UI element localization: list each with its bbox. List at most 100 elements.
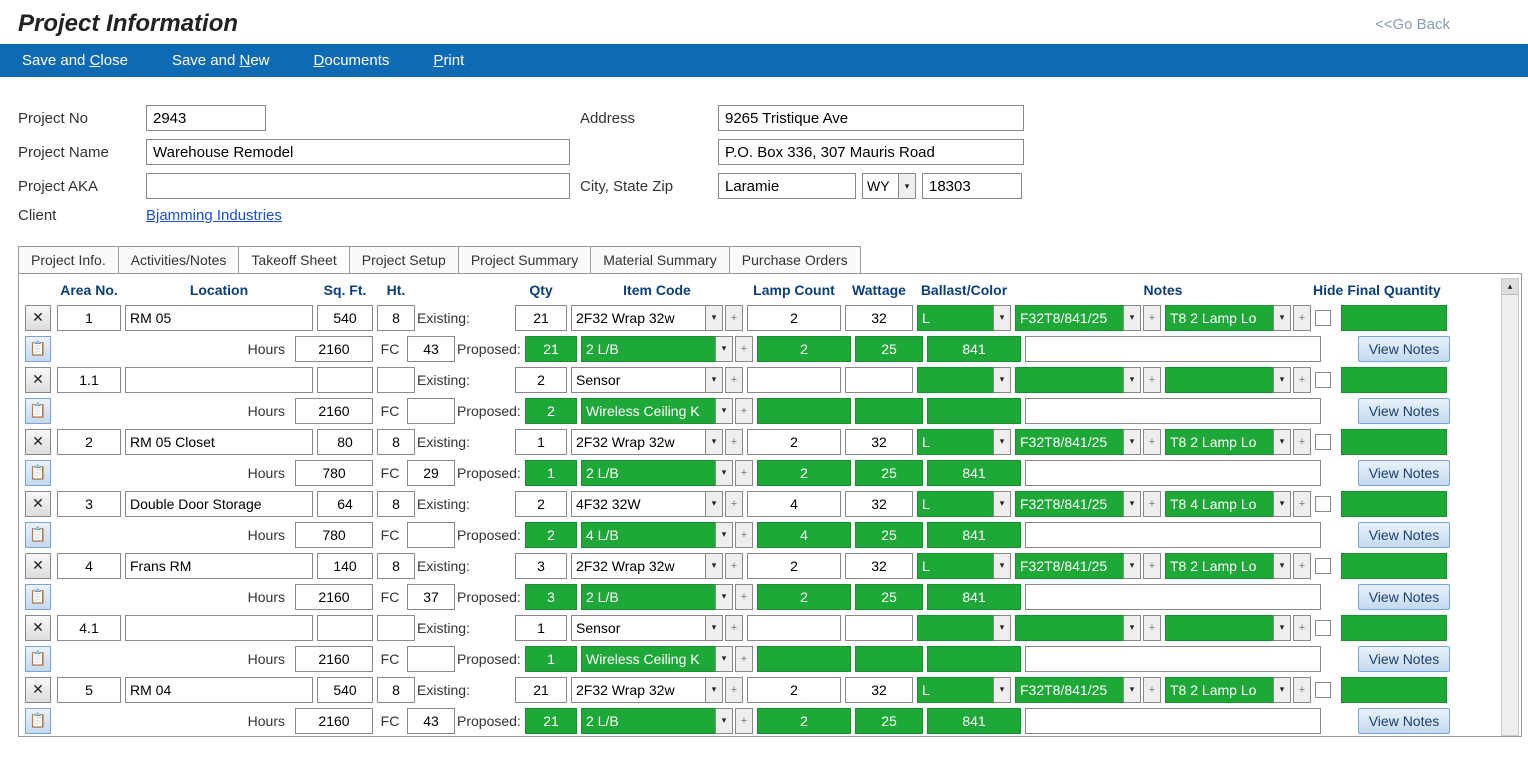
add-icon[interactable]: + [1293, 491, 1311, 517]
qty-input[interactable] [515, 305, 567, 331]
view-notes-button[interactable]: View Notes [1358, 708, 1451, 734]
chevron-down-icon[interactable]: ▾ [715, 646, 733, 672]
copy-icon[interactable]: 📋 [25, 708, 51, 734]
watt-proposed[interactable] [855, 460, 923, 486]
delete-icon[interactable]: ✕ [25, 367, 51, 393]
item-select[interactable] [571, 305, 705, 331]
item-proposed[interactable] [581, 336, 715, 362]
lamp-input[interactable] [747, 677, 841, 703]
location-input[interactable] [125, 491, 313, 517]
item-proposed[interactable] [581, 460, 715, 486]
watt-input[interactable] [845, 615, 913, 641]
ballast-select[interactable] [917, 491, 993, 517]
project-aka-input[interactable] [146, 173, 570, 199]
go-back-link[interactable]: <<Go Back [1375, 16, 1450, 33]
address2-input[interactable] [718, 139, 1024, 165]
view-notes-button[interactable]: View Notes [1358, 584, 1451, 610]
chevron-down-icon[interactable]: ▾ [1273, 367, 1291, 393]
ht-input[interactable] [377, 677, 415, 703]
watt-input[interactable] [845, 305, 913, 331]
qty-input[interactable] [515, 553, 567, 579]
chevron-down-icon[interactable]: ▾ [993, 429, 1011, 455]
notes1-select[interactable] [1015, 677, 1123, 703]
add-icon[interactable]: + [725, 429, 743, 455]
qty-input[interactable] [515, 615, 567, 641]
location-input[interactable] [125, 615, 313, 641]
delete-icon[interactable]: ✕ [25, 305, 51, 331]
add-icon[interactable]: + [1293, 429, 1311, 455]
sqft-input[interactable] [317, 615, 373, 641]
lamp-input[interactable] [747, 491, 841, 517]
sqft-input[interactable] [317, 429, 373, 455]
notes2-select[interactable] [1165, 305, 1273, 331]
add-icon[interactable]: + [735, 460, 753, 486]
copy-icon[interactable]: 📋 [25, 460, 51, 486]
chevron-down-icon[interactable]: ▾ [715, 398, 733, 424]
area-input[interactable] [57, 491, 121, 517]
chevron-down-icon[interactable]: ▾ [1273, 553, 1291, 579]
item-select[interactable] [571, 367, 705, 393]
notes2-select[interactable] [1165, 491, 1273, 517]
add-icon[interactable]: + [1293, 553, 1311, 579]
view-notes-button[interactable]: View Notes [1358, 460, 1451, 486]
chevron-down-icon[interactable]: ▾ [715, 584, 733, 610]
view-notes-button[interactable]: View Notes [1358, 336, 1451, 362]
sqft-input[interactable] [317, 305, 373, 331]
add-icon[interactable]: + [725, 677, 743, 703]
chevron-down-icon[interactable]: ▾ [993, 491, 1011, 517]
fc-input[interactable] [407, 584, 455, 610]
lamp-proposed[interactable] [757, 522, 851, 548]
client-link[interactable]: Bjamming Industries [146, 207, 282, 224]
lamp-proposed[interactable] [757, 336, 851, 362]
qty-proposed[interactable] [525, 398, 577, 424]
chevron-down-icon[interactable]: ▾ [993, 553, 1011, 579]
delete-icon[interactable]: ✕ [25, 429, 51, 455]
delete-icon[interactable]: ✕ [25, 615, 51, 641]
watt-proposed[interactable] [855, 646, 923, 672]
notes-proposed[interactable] [1025, 336, 1321, 362]
add-icon[interactable]: + [1143, 677, 1161, 703]
chevron-down-icon[interactable]: ▾ [715, 522, 733, 548]
hide-checkbox[interactable] [1315, 496, 1331, 512]
hide-checkbox[interactable] [1315, 558, 1331, 574]
area-input[interactable] [57, 367, 121, 393]
notes1-select[interactable] [1015, 367, 1123, 393]
ballast-proposed[interactable] [927, 460, 1021, 486]
add-icon[interactable]: + [735, 708, 753, 734]
qty-proposed[interactable] [525, 584, 577, 610]
save-close-button[interactable]: Save and Close [0, 52, 150, 69]
item-select[interactable] [571, 429, 705, 455]
qty-input[interactable] [515, 677, 567, 703]
fc-input[interactable] [407, 336, 455, 362]
item-select[interactable] [571, 677, 705, 703]
chevron-down-icon[interactable]: ▾ [715, 708, 733, 734]
location-input[interactable] [125, 677, 313, 703]
chevron-down-icon[interactable]: ▾ [705, 553, 723, 579]
watt-proposed[interactable] [855, 584, 923, 610]
qty-input[interactable] [515, 491, 567, 517]
tab-activities-notes[interactable]: Activities/Notes [118, 246, 240, 273]
chevron-down-icon[interactable]: ▾ [1123, 491, 1141, 517]
add-icon[interactable]: + [1143, 553, 1161, 579]
notes2-select[interactable] [1165, 677, 1273, 703]
hours-input[interactable] [295, 398, 373, 424]
watt-input[interactable] [845, 367, 913, 393]
scroll-up-icon[interactable]: ▴ [1502, 279, 1518, 295]
documents-button[interactable]: Documents [292, 52, 412, 69]
add-icon[interactable]: + [725, 553, 743, 579]
ht-input[interactable] [377, 305, 415, 331]
ballast-select[interactable] [917, 677, 993, 703]
sqft-input[interactable] [317, 553, 373, 579]
chevron-down-icon[interactable]: ▾ [705, 367, 723, 393]
qty-proposed[interactable] [525, 646, 577, 672]
watt-proposed[interactable] [855, 336, 923, 362]
add-icon[interactable]: + [1143, 367, 1161, 393]
notes2-select[interactable] [1165, 429, 1273, 455]
address1-input[interactable] [718, 105, 1024, 131]
hours-input[interactable] [295, 584, 373, 610]
notes1-select[interactable] [1015, 429, 1123, 455]
fc-input[interactable] [407, 646, 455, 672]
hide-checkbox[interactable] [1315, 620, 1331, 636]
ballast-proposed[interactable] [927, 522, 1021, 548]
notes-proposed[interactable] [1025, 584, 1321, 610]
